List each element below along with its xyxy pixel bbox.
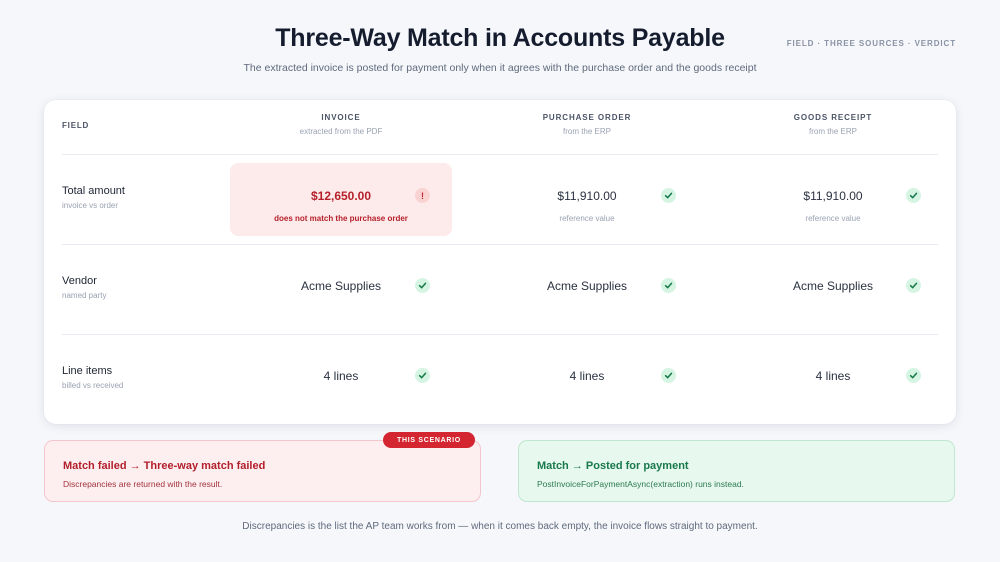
check-icon <box>906 278 921 293</box>
check-icon <box>661 188 676 203</box>
row-label-line-items: Line items billed vs received <box>62 365 123 390</box>
check-icon <box>415 278 430 293</box>
check-icon <box>906 368 921 383</box>
outcome-description: PostInvoiceForPaymentAsync(extraction) r… <box>537 479 744 489</box>
exclamation-icon: ! <box>415 188 430 203</box>
outcome-posted-for-payment: Match → Posted for payment PostInvoiceFo… <box>518 440 955 502</box>
outcome-match-failed: THIS SCENARIO Match failed → Three-way m… <box>44 432 481 502</box>
column-name: INVOICE <box>321 113 361 122</box>
mismatch-message: does not match the purchase order <box>274 214 408 223</box>
breadcrumb: FIELD · THREE SOURCES · VERDICT <box>786 39 956 48</box>
row-label-vendor: Vendor named party <box>62 275 106 300</box>
column-header-goods-receipt: GOODS RECEIPT from the ERP <box>723 113 943 136</box>
field-column-header: FIELD <box>62 121 90 130</box>
column-source: from the ERP <box>562 127 611 136</box>
check-icon <box>906 188 921 203</box>
check-icon <box>415 368 430 383</box>
reference-note: reference value <box>805 214 861 223</box>
this-scenario-badge: THIS SCENARIO <box>383 432 475 448</box>
page-header: Three-Way Match in Accounts Payable The … <box>0 24 1000 74</box>
column-header-invoice: INVOICE extracted from the PDF <box>231 113 451 136</box>
row-divider <box>62 334 938 335</box>
row-divider <box>62 154 938 155</box>
row-label-total-amount: Total amount invoice vs order <box>62 185 125 210</box>
field-name: Vendor <box>62 275 97 287</box>
field-name: Line items <box>62 365 113 377</box>
footer-note: Discrepancies is the list the AP team wo… <box>242 521 758 532</box>
page-subtitle: The extracted invoice is posted for paym… <box>243 62 757 74</box>
comparison-table: FIELD INVOICE extracted from the PDF PUR… <box>44 100 956 424</box>
column-name: GOODS RECEIPT <box>793 113 873 122</box>
column-source: extracted from the PDF <box>299 127 383 136</box>
reference-note: reference value <box>559 214 615 223</box>
column-name: PURCHASE ORDER <box>542 113 632 122</box>
check-icon <box>661 368 676 383</box>
column-header-purchase-order: PURCHASE ORDER from the ERP <box>477 113 697 136</box>
check-icon <box>661 278 676 293</box>
outcome-description: Discrepancies are returned with the resu… <box>63 479 223 489</box>
field-name: Total amount <box>62 185 125 197</box>
column-source: from the ERP <box>808 127 857 136</box>
field-hint: named party <box>62 291 107 300</box>
field-hint: billed vs received <box>62 381 124 390</box>
row-divider <box>62 244 938 245</box>
outcome-title: Match → Posted for payment <box>537 460 689 472</box>
invoice-total-mismatch-cell: $12,650.00 does not match the purchase o… <box>230 163 452 236</box>
outcome-title: Match failed → Three-way match failed <box>63 460 266 472</box>
field-hint: invoice vs order <box>62 201 119 210</box>
